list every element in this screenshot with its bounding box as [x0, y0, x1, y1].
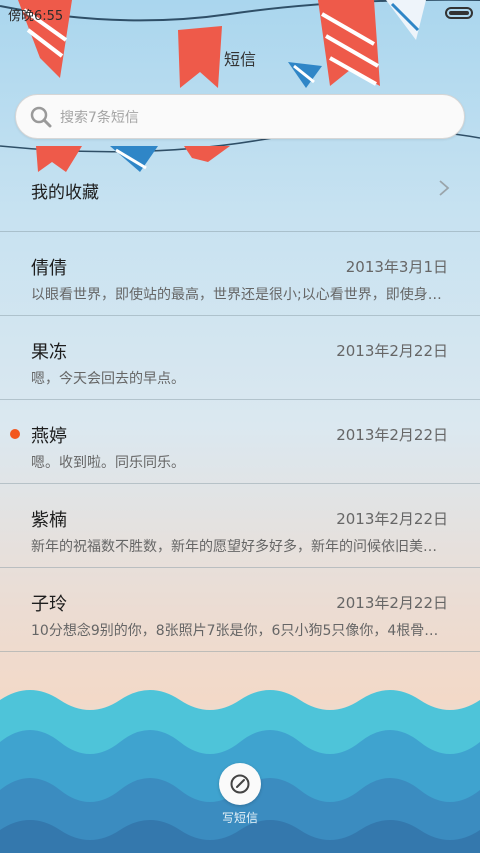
- search-input[interactable]: [58, 95, 452, 140]
- favorites-label: 我的收藏: [31, 183, 99, 203]
- message-preview: 新年的祝福数不胜数，新年的愿望好多好多，新年的问候依旧美…: [31, 539, 437, 555]
- list-item[interactable]: 倩倩 2013年3月1日 以眼看世界，即使站的最高，世界还是很小;以心看世界，即…: [0, 232, 480, 316]
- list-item[interactable]: 紫楠 2013年2月22日 新年的祝福数不胜数，新年的愿望好多好多，新年的问候依…: [0, 484, 480, 568]
- message-date: 2013年2月22日: [336, 510, 448, 528]
- status-bar: 傍晚6:55: [0, 0, 480, 28]
- search-icon: [30, 106, 52, 128]
- page-title: 短信: [223, 50, 256, 69]
- compose-label: 写短信: [221, 811, 258, 825]
- search-bar[interactable]: [15, 94, 465, 140]
- contact-name: 紫楠: [31, 510, 67, 531]
- message-preview: 嗯。收到啦。同乐同乐。: [31, 455, 185, 471]
- list-item[interactable]: 子玲 2013年2月22日 10分想念9别的你，8张照片7张是你，6只小狗5只像…: [0, 568, 480, 652]
- compose-icon: [230, 774, 250, 794]
- message-preview: 嗯，今天会回去的早点。: [31, 371, 185, 387]
- message-date: 2013年2月22日: [336, 426, 448, 444]
- contact-name: 果冻: [31, 342, 67, 363]
- message-date: 2013年2月22日: [336, 342, 448, 360]
- list-item[interactable]: 果冻 2013年2月22日 嗯，今天会回去的早点。: [0, 316, 480, 400]
- battery-icon: [445, 7, 473, 19]
- contact-name: 倩倩: [31, 258, 67, 279]
- message-date: 2013年2月22日: [336, 594, 448, 612]
- unread-dot-icon: [10, 429, 20, 439]
- message-date: 2013年3月1日: [345, 258, 448, 276]
- conversation-list: 我的收藏 倩倩 2013年3月1日 以眼看世界，即使站的最高，世界还是很小;以心…: [0, 147, 480, 652]
- contact-name: 子玲: [31, 594, 67, 615]
- message-preview: 10分想念9别的你，8张照片7张是你，6只小狗5只像你，4根骨…: [31, 623, 439, 639]
- list-item[interactable]: 燕婷 2013年2月22日 嗯。收到啦。同乐同乐。: [0, 400, 480, 484]
- compose-button[interactable]: [219, 763, 261, 805]
- contact-name: 燕婷: [31, 426, 67, 447]
- message-preview: 以眼看世界，即使站的最高，世界还是很小;以心看世界，即使身…: [31, 287, 442, 303]
- status-time: 傍晚6:55: [8, 9, 64, 24]
- favorites-row[interactable]: 我的收藏: [0, 147, 480, 232]
- chevron-right-icon: [439, 180, 450, 196]
